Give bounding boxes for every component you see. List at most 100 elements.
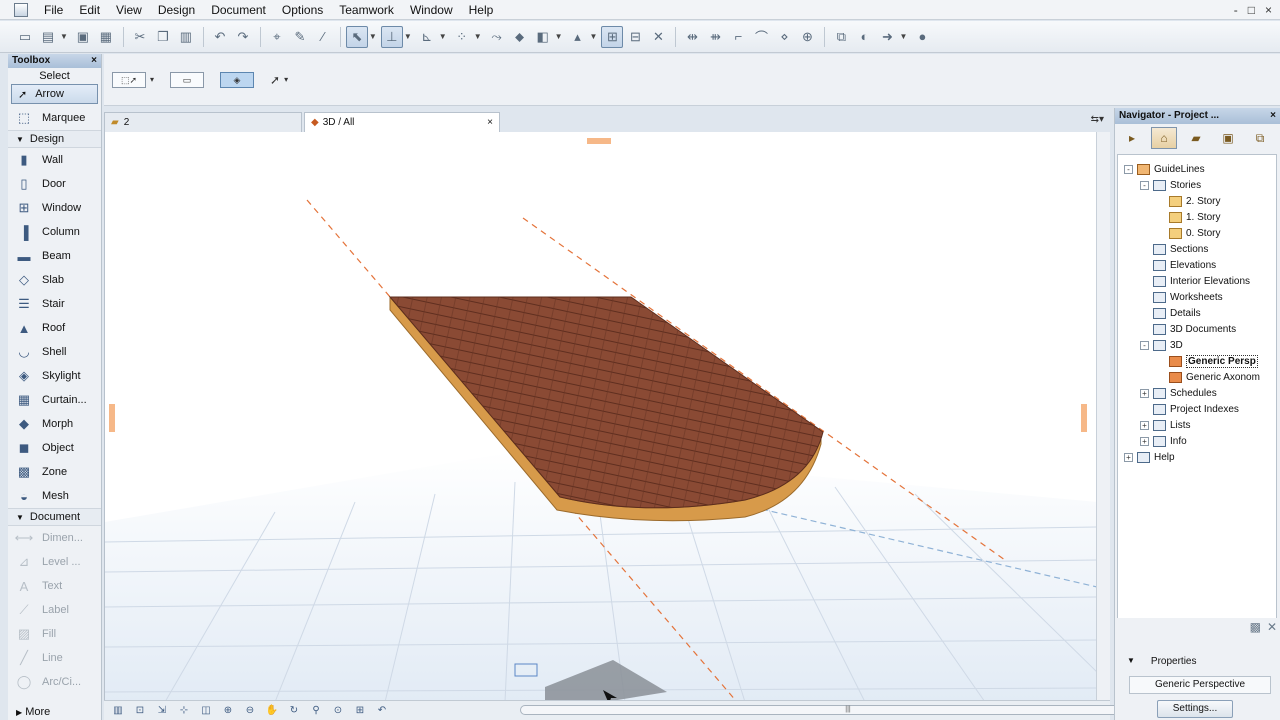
tree-item[interactable]: - GuideLines [1124, 161, 1205, 177]
tool-door[interactable]: ▯ Door [8, 172, 101, 196]
zoom-in-icon[interactable]: ⊕ [218, 703, 238, 719]
more-tools-toggle[interactable]: ▶ More [16, 706, 50, 718]
tool-curtain-wall[interactable]: ▦ Curtain... [8, 388, 101, 412]
cut-icon[interactable]: ✂ [129, 26, 151, 48]
tool-window[interactable]: ⊞ Window [8, 196, 101, 220]
zoom-tool-icon[interactable]: ⊙ [328, 703, 348, 719]
tool-slab[interactable]: ◇ Slab [8, 268, 101, 292]
tree-item[interactable]: Interior Elevations [1140, 273, 1250, 289]
split-icon[interactable]: ⇻ [704, 26, 726, 48]
walk-icon[interactable]: ⚲ [306, 703, 326, 719]
layout-book-icon[interactable]: ▣ [1215, 127, 1241, 149]
close-icon[interactable]: × [1270, 108, 1276, 124]
collapse-icon[interactable]: - [1124, 164, 1133, 174]
tool-zone[interactable]: ▩ Zone [8, 460, 101, 484]
menu-view[interactable]: View [108, 0, 150, 20]
tool-object[interactable]: ◼ Object [8, 436, 101, 460]
tool-morph[interactable]: ◆ Morph [8, 412, 101, 436]
vertical-scrollbar[interactable] [1096, 132, 1110, 702]
tool-skylight[interactable]: ◈ Skylight [8, 364, 101, 388]
tool-dimension[interactable]: ⟷ Dimen... [8, 526, 101, 550]
save-icon[interactable]: ▣ [72, 26, 94, 48]
zoom-out-icon[interactable]: ⊖ [240, 703, 260, 719]
tool-mesh[interactable]: ◒ Mesh [8, 484, 101, 508]
delete-view-icon[interactable]: ✕ [1267, 620, 1277, 634]
pen-icon[interactable]: ✎ [289, 26, 311, 48]
tool-wall[interactable]: ▮ Wall [8, 148, 101, 172]
project-map-icon[interactable]: ⌂ [1151, 127, 1177, 149]
tool-roof[interactable]: ▲ Roof [8, 316, 101, 340]
orbit-icon[interactable]: ⤳ [486, 26, 508, 48]
tree-item[interactable]: + Schedules [1140, 385, 1217, 401]
chevron-down-icon[interactable]: ▼ [590, 32, 598, 41]
tool-level[interactable]: ⊿ Level ... [8, 550, 101, 574]
right-edge-handle[interactable] [1081, 404, 1087, 432]
menu-teamwork[interactable]: Teamwork [331, 0, 402, 20]
tree-item[interactable]: 1. Story [1156, 209, 1220, 225]
suspend-groups-icon[interactable]: ⬉ [345, 25, 368, 48]
tree-item[interactable]: Generic Persp [1156, 353, 1258, 369]
fit-icon[interactable]: ⇲ [152, 703, 172, 719]
expand-icon[interactable]: + [1124, 452, 1133, 462]
close-icon[interactable]: × [91, 54, 97, 68]
menu-document[interactable]: Document [203, 0, 274, 20]
app-icon[interactable] [14, 2, 28, 17]
layer-icon[interactable]: ◧ [532, 26, 554, 48]
grid-snap-icon[interactable]: ⁘ [451, 26, 473, 48]
publisher-icon[interactable]: ⧉ [1247, 127, 1273, 149]
snap-icon[interactable]: ⊾ [416, 26, 438, 48]
undo-icon[interactable]: ↶ [209, 26, 231, 48]
tree-item[interactable]: + Info [1140, 433, 1187, 449]
orbit-view-icon[interactable]: ↻ [284, 703, 304, 719]
marker-icon[interactable]: ⬥ [509, 26, 531, 48]
collapse-icon[interactable]: - [1140, 340, 1149, 350]
cross-icon[interactable]: ✕ [647, 26, 669, 48]
pointer-control[interactable]: ➚ ▾ [270, 73, 288, 87]
tree-item[interactable]: Sections [1140, 241, 1208, 257]
previous-view-icon[interactable]: ↶ [372, 703, 392, 719]
marquee-tool[interactable]: ⬚ Marquee [8, 106, 101, 130]
tree-item[interactable]: Details [1140, 305, 1201, 321]
view-cube-icon[interactable]: ◫ [196, 703, 216, 719]
render-icon[interactable]: ◐ [853, 26, 875, 48]
chevron-down-icon[interactable]: ▼ [474, 32, 482, 41]
table-icon[interactable]: ⊟ [624, 26, 646, 48]
arrow-tool[interactable]: ➚ Arrow [11, 84, 98, 104]
close-window-button[interactable]: × [1265, 3, 1272, 17]
intersect-icon[interactable]: ⊕ [796, 26, 818, 48]
tree-item[interactable]: 2. Story [1156, 193, 1220, 209]
menu-design[interactable]: Design [150, 0, 203, 20]
pick-up-icon[interactable]: ⌖ [266, 26, 288, 48]
tool-column[interactable]: ▐ Column [8, 220, 101, 244]
tree-item[interactable]: Generic Axonom [1156, 369, 1260, 385]
corner-icon[interactable]: ⌐ [727, 26, 749, 48]
menu-window[interactable]: Window [402, 0, 461, 20]
chevron-down-icon[interactable]: ▼ [439, 32, 447, 41]
chevron-down-icon[interactable]: ▼ [555, 32, 563, 41]
tool-label[interactable]: ⟋ Label [8, 598, 101, 622]
navigator-map-icon[interactable]: ▸ [1119, 127, 1145, 149]
gravity-icon[interactable]: ⊥ [380, 25, 403, 48]
tab-options-icon[interactable]: ⇆▾ [1091, 114, 1104, 125]
expand-icon[interactable]: + [1140, 436, 1149, 446]
collapse-icon[interactable]: - [1140, 180, 1149, 190]
left-edge-handle[interactable] [109, 404, 115, 432]
tool-fill[interactable]: ▨ Fill [8, 622, 101, 646]
copy-icon[interactable]: ❐ [152, 26, 174, 48]
selection-method-control[interactable]: ⬚➚ ▾ [112, 71, 154, 88]
open-file-icon[interactable]: ▤ [37, 26, 59, 48]
horizontal-scrollbar[interactable]: ||| [520, 705, 1180, 715]
marquee-shape-control[interactable]: ▭ [170, 71, 205, 88]
adjust-icon[interactable]: ⋄ [773, 26, 795, 48]
pan-icon[interactable]: ✋ [262, 703, 282, 719]
3d-scene[interactable] [105, 132, 1096, 702]
expand-icon[interactable]: + [1140, 388, 1149, 398]
tree-item[interactable]: 0. Story [1156, 225, 1220, 241]
tool-text[interactable]: A Text [8, 574, 101, 598]
chevron-down-icon[interactable]: ▼ [60, 32, 68, 41]
menu-options[interactable]: Options [274, 0, 331, 20]
eyedropper-icon[interactable]: ⁄ [312, 26, 334, 48]
tool-beam[interactable]: ▬ Beam [8, 244, 101, 268]
clone-view-icon[interactable]: ▩ [1250, 620, 1261, 634]
redo-icon[interactable]: ↷ [232, 26, 254, 48]
